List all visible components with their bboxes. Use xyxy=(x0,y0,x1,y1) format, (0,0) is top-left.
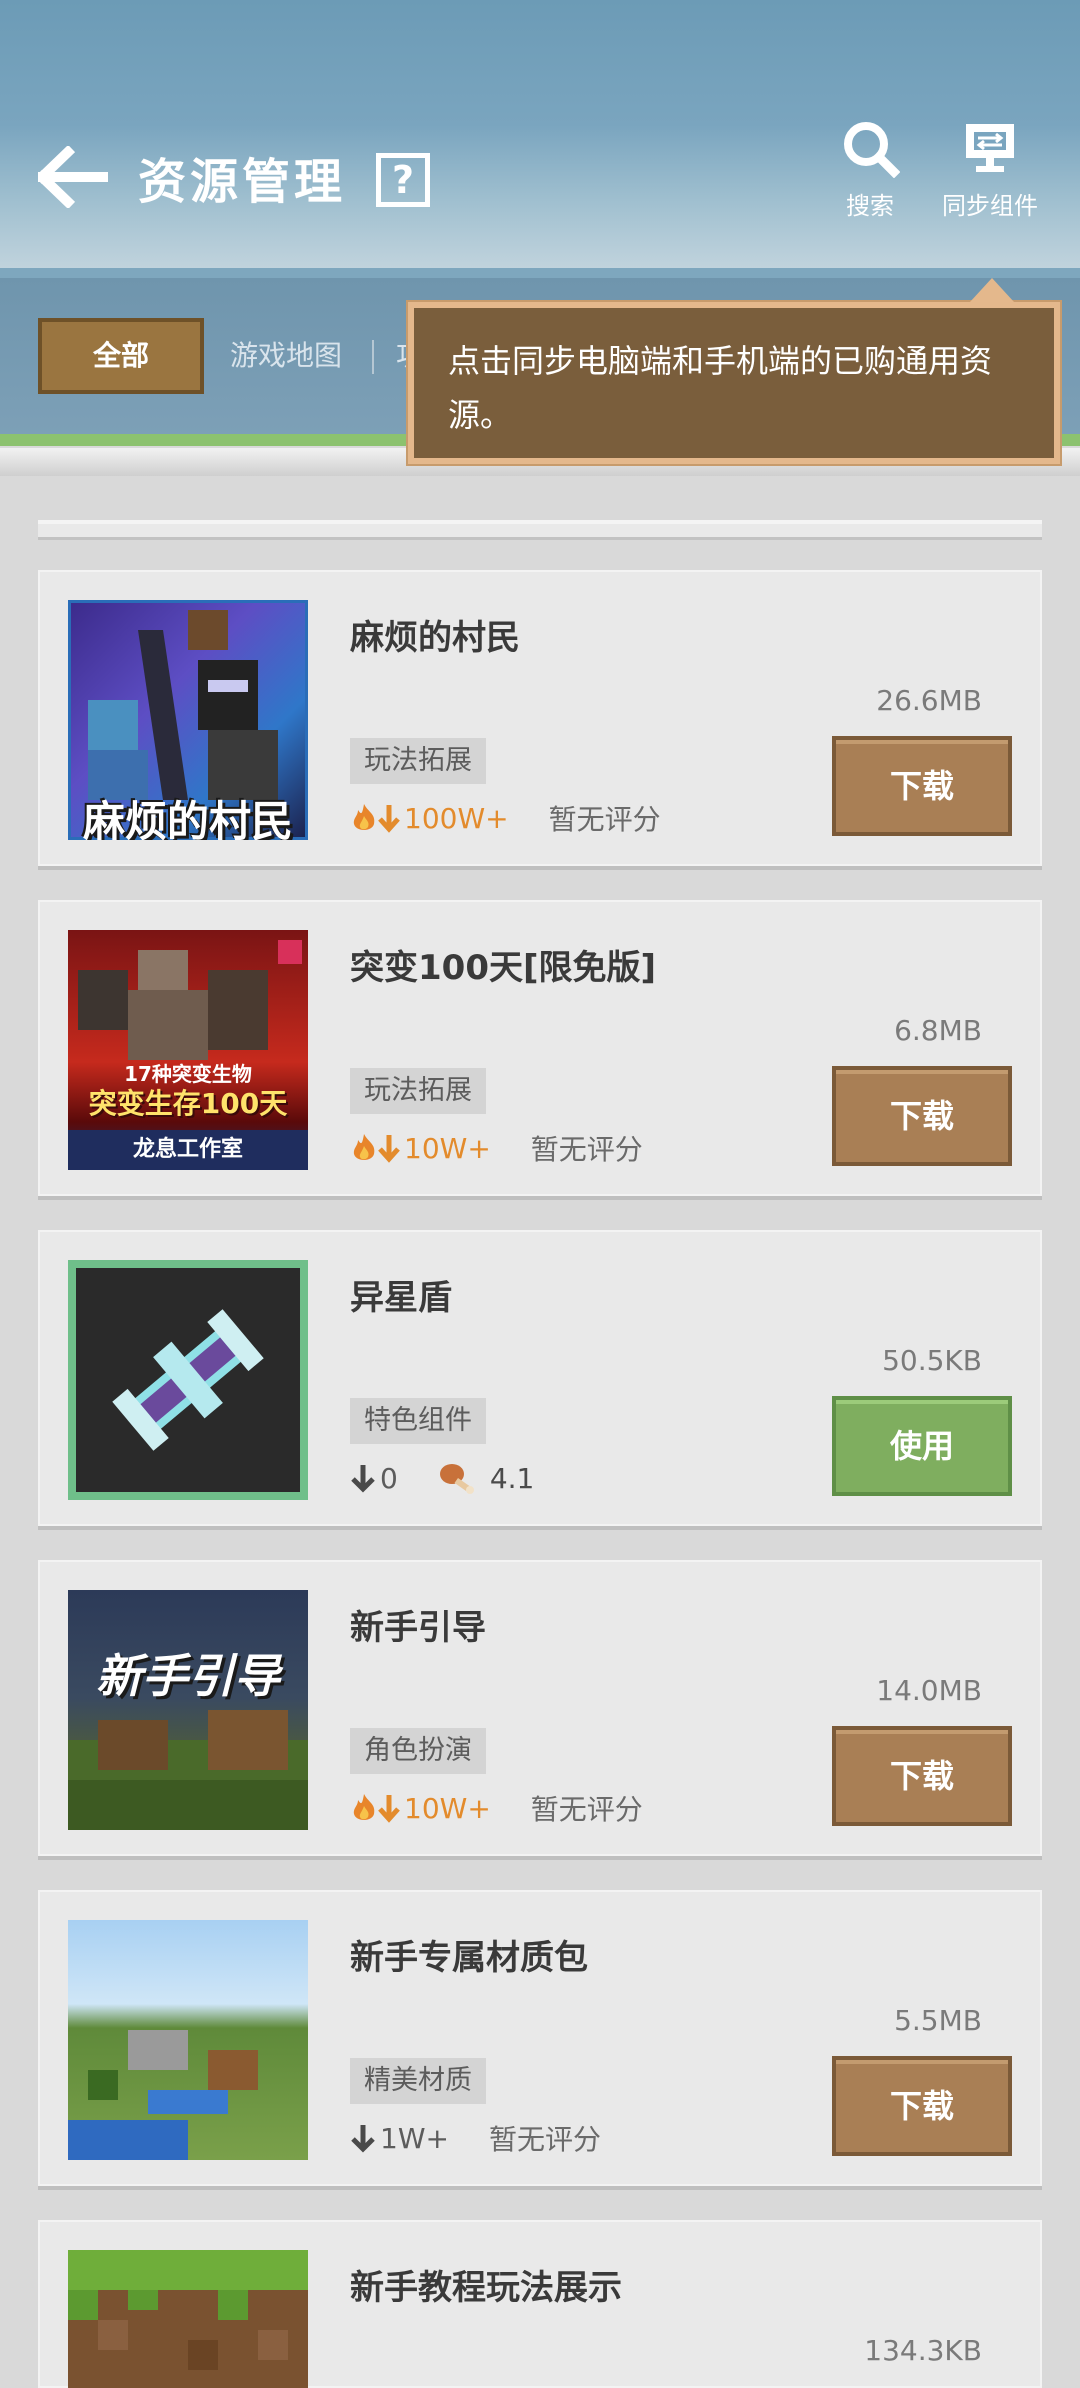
thumbnail-caption-2: 突变生存100天 xyxy=(88,1087,288,1120)
thumbnail-art xyxy=(68,1710,308,1830)
thumbnail-art xyxy=(68,2030,258,2160)
partial-card xyxy=(38,520,1042,540)
fire-icon xyxy=(353,1794,375,1820)
resource-thumbnail: 麻烦的村民 xyxy=(68,600,308,840)
resource-size: 14.0MB xyxy=(876,1674,982,1707)
download-arrow-icon xyxy=(378,805,400,833)
rating-text: 暂无评分 xyxy=(530,1133,643,1166)
resource-title: 异星盾 xyxy=(350,1278,452,1318)
thumbnail-caption: 新手引导 xyxy=(96,1649,280,1703)
app-header: 资源管理 ? 搜索 同步组件 xyxy=(0,0,1080,280)
resource-card[interactable]: 新手引导 新手引导 14.0MB 角色扮演 10W+ 暂无评分 下载 xyxy=(38,1560,1042,1860)
resource-card[interactable]: 麻烦的村民 麻烦的村民 26.6MB 玩法拓展 100W+ 暂无评分 下载 xyxy=(38,570,1042,870)
download-button[interactable]: 下载 xyxy=(832,1726,1012,1826)
download-arrow-icon xyxy=(378,1135,400,1163)
download-count: 1W+ xyxy=(380,2121,449,2155)
tab-game-map[interactable]: 游戏地图 xyxy=(230,318,342,394)
resource-thumbnail: 新手引导 xyxy=(68,1590,308,1830)
thumbnail-caption: 麻烦的村民 xyxy=(82,797,293,840)
tooltip-arrow xyxy=(970,278,1014,302)
fire-icon xyxy=(353,804,375,830)
resource-card[interactable]: 异星盾 50.5KB 特色组件 0 4.1 使用 xyxy=(38,1230,1042,1530)
rating-value: 4.1 xyxy=(489,1461,535,1495)
resource-tag[interactable]: 角色扮演 xyxy=(350,1728,486,1774)
resource-size: 50.5KB xyxy=(882,1344,982,1377)
resource-title: 突变100天[限免版] xyxy=(350,948,657,988)
resource-stats: 10W+ 暂无评分 xyxy=(350,1788,643,1828)
resource-title: 麻烦的村民 xyxy=(350,618,520,658)
resource-thumbnail xyxy=(68,2250,308,2388)
sync-monitor-icon xyxy=(966,124,1014,172)
resource-title: 新手教程玩法展示 xyxy=(350,2268,622,2308)
page-title: 资源管理 xyxy=(138,154,347,210)
download-count: 10W+ xyxy=(404,1131,491,1165)
thumbnail-caption-3: 龙息工作室 xyxy=(68,1130,308,1170)
tab-separator xyxy=(372,340,374,374)
download-arrow-icon xyxy=(351,2125,375,2153)
resource-thumbnail: 17种突变生物 突变生存100天 龙息工作室 xyxy=(68,930,308,1170)
resource-tag[interactable]: 特色组件 xyxy=(350,1398,486,1444)
resource-title: 新手引导 xyxy=(350,1608,486,1648)
resource-stats: 1W+ 暂无评分 xyxy=(350,2118,601,2158)
rating-text: 暂无评分 xyxy=(548,803,661,836)
resource-size: 134.3KB xyxy=(864,2334,982,2367)
rating-text: 暂无评分 xyxy=(530,1793,643,1826)
download-count: 10W+ xyxy=(404,1791,491,1825)
shield-item-icon xyxy=(112,1309,264,1451)
download-arrow-icon xyxy=(378,1795,400,1823)
download-button[interactable]: 下载 xyxy=(832,736,1012,836)
rating-text: 暂无评分 xyxy=(488,2123,601,2156)
resource-card[interactable]: 新手专属材质包 5.5MB 精美材质 1W+ 暂无评分 下载 xyxy=(38,1890,1042,2190)
resource-size: 26.6MB xyxy=(876,684,982,717)
resource-thumbnail xyxy=(68,1260,308,1500)
download-count: 100W+ xyxy=(404,801,509,835)
download-button[interactable]: 下载 xyxy=(832,2056,1012,2156)
drumstick-rating-icon xyxy=(439,1464,474,1494)
resource-size: 5.5MB xyxy=(894,2004,982,2037)
resource-thumbnail xyxy=(68,1920,308,2160)
resource-tag[interactable]: 玩法拓展 xyxy=(350,738,486,784)
use-button[interactable]: 使用 xyxy=(832,1396,1012,1496)
search-button[interactable]: 搜索 xyxy=(800,118,940,221)
sync-tooltip: 点击同步电脑端和手机端的已购通用资源。 xyxy=(408,278,1060,464)
resource-tag[interactable]: 玩法拓展 xyxy=(350,1068,486,1114)
sync-components-button[interactable]: 同步组件 xyxy=(920,118,1060,221)
resource-card[interactable]: 17种突变生物 突变生存100天 龙息工作室 突变100天[限免版] 6.8MB… xyxy=(38,900,1042,1200)
resource-title: 新手专属材质包 xyxy=(350,1938,588,1978)
tab-all[interactable]: 全部 xyxy=(38,318,204,394)
help-icon[interactable]: ? xyxy=(376,153,430,207)
download-arrow-icon xyxy=(351,1465,375,1493)
resource-card[interactable]: 新手教程玩法展示 134.3KB xyxy=(38,2220,1042,2388)
resource-stats: 10W+ 暂无评分 xyxy=(350,1128,643,1168)
tooltip-text: 点击同步电脑端和手机端的已购通用资源。 xyxy=(448,342,993,434)
search-icon xyxy=(844,122,900,178)
fire-icon xyxy=(353,1134,375,1160)
grass-block-art xyxy=(68,2250,308,2370)
resource-size: 6.8MB xyxy=(894,1014,982,1047)
download-button[interactable]: 下载 xyxy=(832,1066,1012,1166)
resource-tag[interactable]: 精美材质 xyxy=(350,2058,486,2104)
download-count: 0 xyxy=(380,1461,398,1495)
resource-stats: 100W+ 暂无评分 xyxy=(350,798,661,838)
sync-label: 同步组件 xyxy=(942,192,1038,220)
back-arrow-icon[interactable] xyxy=(38,146,108,208)
search-label: 搜索 xyxy=(846,192,894,220)
resource-stats: 0 4.1 xyxy=(350,1458,534,1498)
